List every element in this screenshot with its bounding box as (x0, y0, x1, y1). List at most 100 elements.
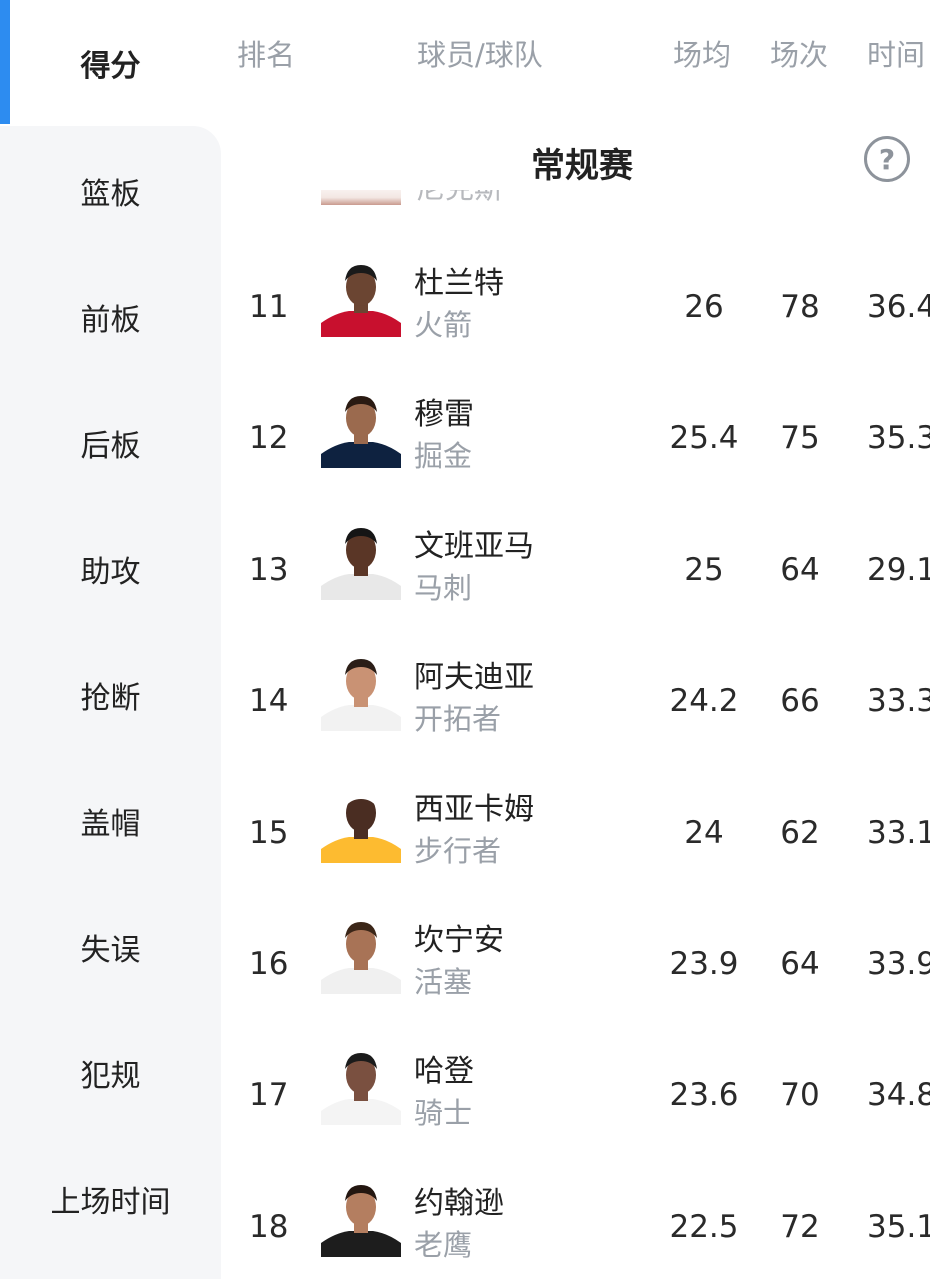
category-sidebar: 得分 篮板 前板 后板 助攻 抢断 盖帽 失误 犯规 上场时间 (0, 0, 221, 1279)
minutes-value: 35.3 (867, 420, 930, 457)
sidebar-item-label: 抢断 (80, 681, 141, 716)
player-avatar (321, 782, 401, 863)
section-title: 常规赛 (531, 146, 633, 186)
table-row[interactable]: 13 文班亚马 马刺 25 64 29.1 (221, 508, 930, 639)
sidebar-item-label: 上场时间 (50, 1185, 171, 1220)
ppg-value: 26 (684, 289, 724, 325)
column-player-team: 球员/球队 (417, 38, 543, 72)
player-name: 尼克斯 (416, 190, 503, 204)
table-row[interactable]: 15 西亚卡姆 步行者 24 62 33.1 (221, 771, 930, 902)
player-avatar (321, 1045, 401, 1126)
team-name[interactable]: 马刺 (414, 565, 472, 607)
section-header: 常规赛 ? (221, 132, 930, 188)
team-name[interactable]: 老鹰 (414, 1222, 472, 1264)
active-indicator (0, 0, 10, 124)
team-name[interactable]: 步行者 (414, 828, 501, 870)
column-header: 排名 球员/球队 场均 场次 时间 (221, 0, 930, 105)
team-name[interactable]: 开拓者 (414, 696, 501, 738)
ppg-value: 22.5 (669, 1208, 739, 1245)
rank-value: 15 (249, 814, 289, 851)
sidebar-item-minutes[interactable]: 上场时间 (0, 1136, 221, 1262)
minutes-value: 35.1 (867, 1208, 930, 1245)
player-name[interactable]: 哈登 (414, 1046, 474, 1090)
sidebar-item-label: 篮板 (80, 177, 141, 212)
rank-value: 11 (249, 289, 289, 325)
minutes-value: 33.3 (867, 683, 930, 720)
games-value: 64 (780, 551, 820, 588)
games-value: 62 (780, 814, 820, 851)
player-avatar (321, 257, 401, 337)
table-row[interactable]: 18 约翰逊 老鹰 22.5 72 35.1 (221, 1165, 930, 1279)
leaderboard-list: 尼克斯 11 杜兰特 火箭 26 78 36.4 12 (221, 190, 930, 1279)
sidebar-item-steals[interactable]: 抢断 (0, 632, 221, 758)
minutes-value: 29.1 (867, 551, 930, 588)
sidebar-item-label: 后板 (80, 429, 141, 464)
table-row[interactable]: 14 阿夫迪亚 开拓者 24.2 66 33.3 (221, 639, 930, 770)
ppg-value: 24 (684, 814, 724, 851)
player-name[interactable]: 坎宁安 (414, 915, 504, 959)
sidebar-item-points[interactable]: 得分 (0, 0, 221, 126)
minutes-value: 33.1 (867, 814, 930, 851)
player-name[interactable]: 文班亚马 (414, 521, 534, 565)
sidebar-item-blocks[interactable]: 盖帽 (0, 758, 221, 884)
minutes-value: 34.8 (867, 1077, 930, 1114)
rank-value: 16 (249, 946, 289, 982)
rank-value: 12 (249, 420, 289, 457)
ppg-value: 25 (684, 551, 724, 588)
sidebar-item-label: 失误 (80, 933, 141, 968)
rank-value: 13 (249, 551, 289, 588)
sidebar-item-offensive-rebounds[interactable]: 前板 (0, 254, 221, 380)
player-avatar (321, 519, 401, 600)
games-value: 64 (780, 946, 820, 982)
sidebar-item-defensive-rebounds[interactable]: 后板 (0, 380, 221, 506)
games-value: 72 (780, 1208, 820, 1245)
games-value: 66 (780, 683, 820, 720)
minutes-value: 33.9 (867, 946, 930, 982)
sidebar-item-label: 前板 (80, 303, 141, 338)
column-games: 场次 (770, 38, 829, 72)
partial-row: 尼克斯 (321, 190, 621, 216)
sidebar-item-label: 犯规 (80, 1059, 141, 1094)
team-name[interactable]: 火箭 (414, 302, 472, 344)
leaderboard-page: 得分 篮板 前板 后板 助攻 抢断 盖帽 失误 犯规 上场时间 排名 球员/球队… (0, 0, 930, 1279)
sidebar-item-fouls[interactable]: 犯规 (0, 1010, 221, 1136)
table-row[interactable]: 17 哈登 骑士 23.6 70 34.8 (221, 1033, 930, 1164)
player-name[interactable]: 西亚卡姆 (414, 784, 534, 828)
question-circle-icon[interactable]: ? (864, 136, 910, 182)
sidebar-item-rebounds[interactable]: 篮板 (0, 128, 221, 254)
ppg-value: 25.4 (669, 420, 739, 457)
rank-value: 17 (249, 1077, 289, 1114)
column-ppg: 场均 (673, 38, 732, 72)
rank-value: 14 (249, 683, 289, 720)
player-avatar (321, 651, 401, 732)
player-avatar (321, 388, 401, 469)
team-name[interactable]: 掘金 (414, 433, 472, 475)
sidebar-item-label: 助攻 (80, 555, 141, 590)
sidebar-item-assists[interactable]: 助攻 (0, 506, 221, 632)
ppg-value: 23.6 (669, 1077, 739, 1114)
ppg-value: 23.9 (669, 946, 739, 982)
player-name[interactable]: 阿夫迪亚 (414, 652, 534, 696)
sidebar-item-label: 盖帽 (80, 807, 141, 842)
player-avatar (321, 190, 401, 205)
player-avatar (321, 914, 401, 994)
player-name[interactable]: 约翰逊 (414, 1178, 504, 1222)
team-name[interactable]: 骑士 (414, 1090, 472, 1132)
column-rank: 排名 (237, 38, 296, 72)
games-value: 75 (780, 420, 820, 457)
games-value: 78 (780, 289, 820, 325)
player-name[interactable]: 穆雷 (414, 389, 474, 433)
player-name[interactable]: 杜兰特 (414, 258, 504, 302)
table-row[interactable]: 11 杜兰特 火箭 26 78 36.4 (221, 245, 930, 376)
sidebar-item-turnovers[interactable]: 失误 (0, 884, 221, 1010)
minutes-value: 36.4 (867, 289, 930, 325)
player-avatar (321, 1176, 401, 1257)
column-minutes: 时间 (867, 38, 926, 72)
games-value: 70 (780, 1077, 820, 1114)
sidebar-item-label: 得分 (80, 49, 141, 84)
table-row[interactable]: 12 穆雷 掘金 25.4 75 35.3 (221, 376, 930, 507)
team-name[interactable]: 活塞 (414, 959, 472, 1001)
table-row[interactable]: 16 坎宁安 活塞 23.9 64 33.9 (221, 902, 930, 1033)
ppg-value: 24.2 (669, 683, 739, 720)
rank-value: 18 (249, 1208, 289, 1245)
